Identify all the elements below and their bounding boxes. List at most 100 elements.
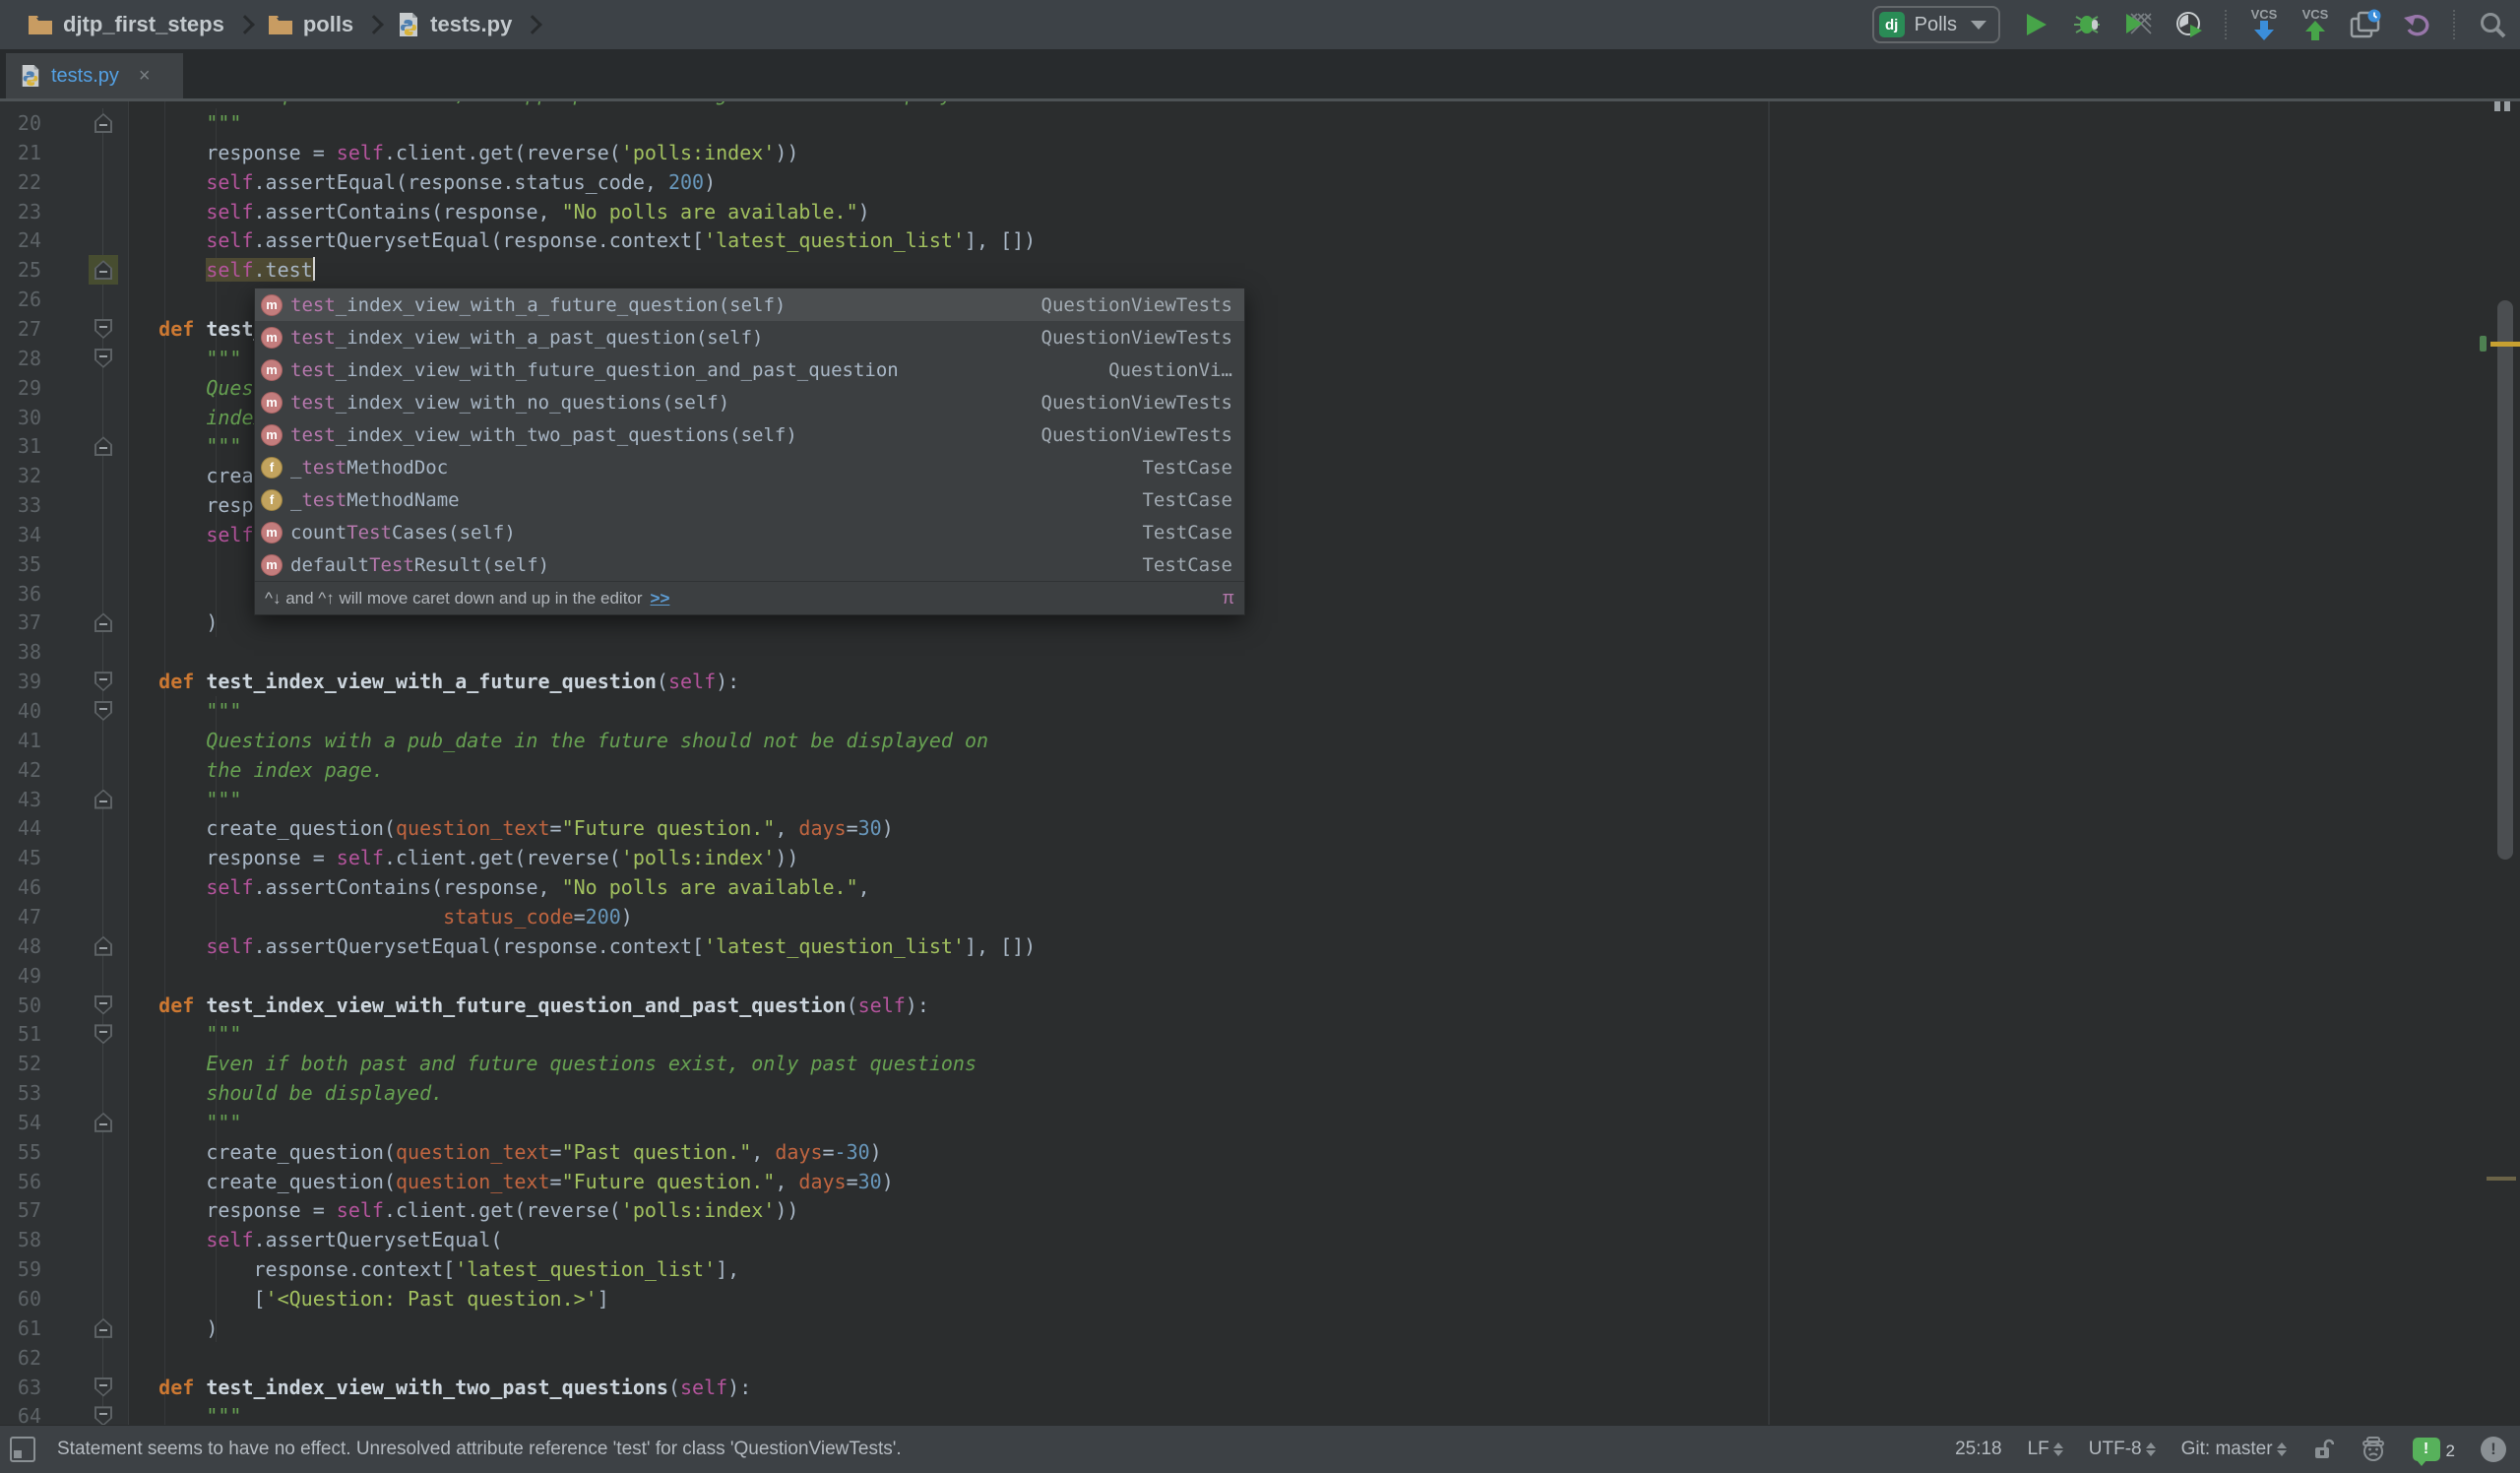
code-line[interactable]: 52 Even if both past and future question…: [0, 1049, 2520, 1078]
fold-start-icon[interactable]: [94, 1406, 112, 1425]
code-line[interactable]: 43 """: [0, 785, 2520, 814]
search-everywhere-button[interactable]: [2477, 7, 2508, 42]
stripe-mark-green[interactable]: [2480, 336, 2487, 352]
fold-end-icon[interactable]: [94, 436, 112, 457]
chevron-down-icon: [1971, 20, 1986, 30]
code-line[interactable]: 51 """: [0, 1019, 2520, 1049]
code-line[interactable]: 24 self.assertQuerysetEqual(response.con…: [0, 225, 2520, 255]
code-line[interactable]: 39 def test_index_view_with_a_future_que…: [0, 667, 2520, 696]
run-configuration-select[interactable]: dj Polls: [1871, 6, 2000, 43]
code-line[interactable]: 49: [0, 961, 2520, 991]
code-line[interactable]: 38: [0, 637, 2520, 667]
code-line[interactable]: 46 self.assertContains(response, "No pol…: [0, 872, 2520, 902]
code-line[interactable]: 40 """: [0, 696, 2520, 726]
code-line[interactable]: 63 def test_index_view_with_two_past_que…: [0, 1373, 2520, 1402]
code-line[interactable]: 62: [0, 1343, 2520, 1373]
code-editor[interactable]: If no questions exist, an appropriate me…: [0, 101, 2520, 1425]
fold-start-icon[interactable]: [94, 1377, 112, 1397]
notification-count: 2: [2445, 1441, 2455, 1460]
fold-end-icon[interactable]: [94, 789, 112, 809]
code-line[interactable]: 55 create_question(question_text="Past q…: [0, 1137, 2520, 1167]
line-number: 57: [17, 1198, 41, 1223]
code-line[interactable]: 45 response = self.client.get(reverse('p…: [0, 843, 2520, 872]
run-with-coverage-button[interactable]: [2122, 7, 2154, 42]
completion-item[interactable]: f _testMethodName TestCase: [255, 483, 1244, 516]
tab-tests-py[interactable]: tests.py ×: [6, 53, 183, 98]
completion-item[interactable]: m test_index_view_with_no_questions(self)…: [255, 386, 1244, 418]
breadcrumb-folder[interactable]: polls: [268, 12, 353, 37]
code-line[interactable]: 58 self.assertQuerysetEqual(: [0, 1225, 2520, 1254]
code-line[interactable]: 54 """: [0, 1108, 2520, 1137]
rollback-button[interactable]: [2402, 7, 2433, 42]
breadcrumb-file[interactable]: tests.py: [397, 12, 512, 37]
code-line[interactable]: 23 self.assertContains(response, "No pol…: [0, 197, 2520, 226]
code-line[interactable]: 53 should be displayed.: [0, 1078, 2520, 1108]
stripe-mark-weak-warning[interactable]: [2487, 1177, 2516, 1181]
profiler-button[interactable]: [2174, 7, 2205, 42]
completion-item[interactable]: f _testMethodDoc TestCase: [255, 451, 1244, 483]
code-line[interactable]: 20 """: [0, 108, 2520, 138]
completion-item[interactable]: m test_index_view_with_future_question_an…: [255, 353, 1244, 386]
inspection-indicator-icon[interactable]: [2490, 101, 2510, 116]
fold-end-icon[interactable]: [94, 1112, 112, 1132]
vcs-update-button[interactable]: VCS: [2248, 7, 2280, 42]
field-icon: f: [261, 488, 283, 511]
code-line[interactable]: 25 self.test: [0, 255, 2520, 286]
completion-item-origin: TestCase: [1142, 521, 1232, 544]
python-file-icon: [400, 13, 418, 36]
caret-position-widget[interactable]: 25:18: [1955, 1439, 2002, 1460]
code-line[interactable]: 57 response = self.client.get(reverse('p…: [0, 1195, 2520, 1225]
code-line[interactable]: 42 the index page.: [0, 755, 2520, 785]
git-branch-widget[interactable]: Git: master: [2181, 1439, 2287, 1460]
line-number: 27: [17, 316, 41, 341]
code-line[interactable]: 22 self.assertEqual(response.status_code…: [0, 167, 2520, 197]
code-line[interactable]: 48 self.assertQuerysetEqual(response.con…: [0, 931, 2520, 961]
hector-inspections-icon[interactable]: [2360, 1436, 2387, 1463]
fold-start-icon[interactable]: [94, 701, 112, 721]
toolwindow-toggle-icon[interactable]: [10, 1437, 35, 1462]
completion-item[interactable]: m defaultTestResult(self) TestCase: [255, 548, 1244, 581]
code-line[interactable]: 47 status_code=200): [0, 902, 2520, 931]
fold-start-icon[interactable]: [94, 1024, 112, 1045]
fold-end-icon[interactable]: [94, 935, 112, 956]
tab-close-icon[interactable]: ×: [139, 65, 151, 88]
fold-start-icon[interactable]: [94, 348, 112, 368]
fold-end-icon[interactable]: [94, 260, 112, 281]
ide-error-icon[interactable]: !: [2481, 1437, 2506, 1462]
fold-start-icon[interactable]: [94, 994, 112, 1015]
completion-hint-link[interactable]: >>: [651, 589, 670, 608]
fold-start-icon[interactable]: [94, 672, 112, 692]
write-access-lock-icon[interactable]: [2312, 1438, 2334, 1461]
encoding-widget[interactable]: UTF-8: [2089, 1439, 2156, 1460]
fold-end-icon[interactable]: [94, 1317, 112, 1338]
completion-item[interactable]: m test_index_view_with_two_past_questions…: [255, 418, 1244, 451]
code-line[interactable]: 41 Questions with a pub_date in the futu…: [0, 726, 2520, 755]
event-log-notification[interactable]: ! 2: [2412, 1438, 2455, 1466]
completion-item[interactable]: m test_index_view_with_a_past_question(se…: [255, 321, 1244, 353]
code-line[interactable]: 50 def test_index_view_with_future_quest…: [0, 991, 2520, 1020]
run-button[interactable]: [2020, 7, 2051, 42]
fold-start-icon[interactable]: [94, 318, 112, 339]
vcs-commit-button[interactable]: VCS: [2300, 7, 2331, 42]
code-line[interactable]: 59 response.context['latest_question_lis…: [0, 1254, 2520, 1284]
stripe-mark-warning[interactable]: [2490, 342, 2520, 347]
line-number: 40: [17, 699, 41, 723]
code-line[interactable]: 44 create_question(question_text="Future…: [0, 813, 2520, 843]
code-line[interactable]: 60 ['<Question: Past question.>']: [0, 1284, 2520, 1313]
fold-end-icon[interactable]: [94, 113, 112, 133]
completion-item[interactable]: m test_index_view_with_a_future_question(…: [255, 288, 1244, 321]
fold-end-icon[interactable]: [94, 612, 112, 633]
code-line[interactable]: 56 create_question(question_text="Future…: [0, 1167, 2520, 1196]
code-line[interactable]: 64 """: [0, 1401, 2520, 1425]
line-number: 52: [17, 1052, 41, 1076]
debug-button[interactable]: [2071, 7, 2103, 42]
completion-item-origin: QuestionViewTests: [1040, 326, 1232, 349]
scrollbar-thumb[interactable]: [2497, 300, 2513, 860]
code-line[interactable]: 21 response = self.client.get(reverse('p…: [0, 138, 2520, 167]
line-ending-widget[interactable]: LF: [2028, 1439, 2063, 1460]
breadcrumb-project[interactable]: djtp_first_steps: [28, 12, 224, 37]
local-history-button[interactable]: [2350, 7, 2382, 42]
completion-item[interactable]: m countTestCases(self) TestCase: [255, 516, 1244, 548]
line-number: 55: [17, 1139, 41, 1164]
code-line[interactable]: 61 ): [0, 1313, 2520, 1343]
